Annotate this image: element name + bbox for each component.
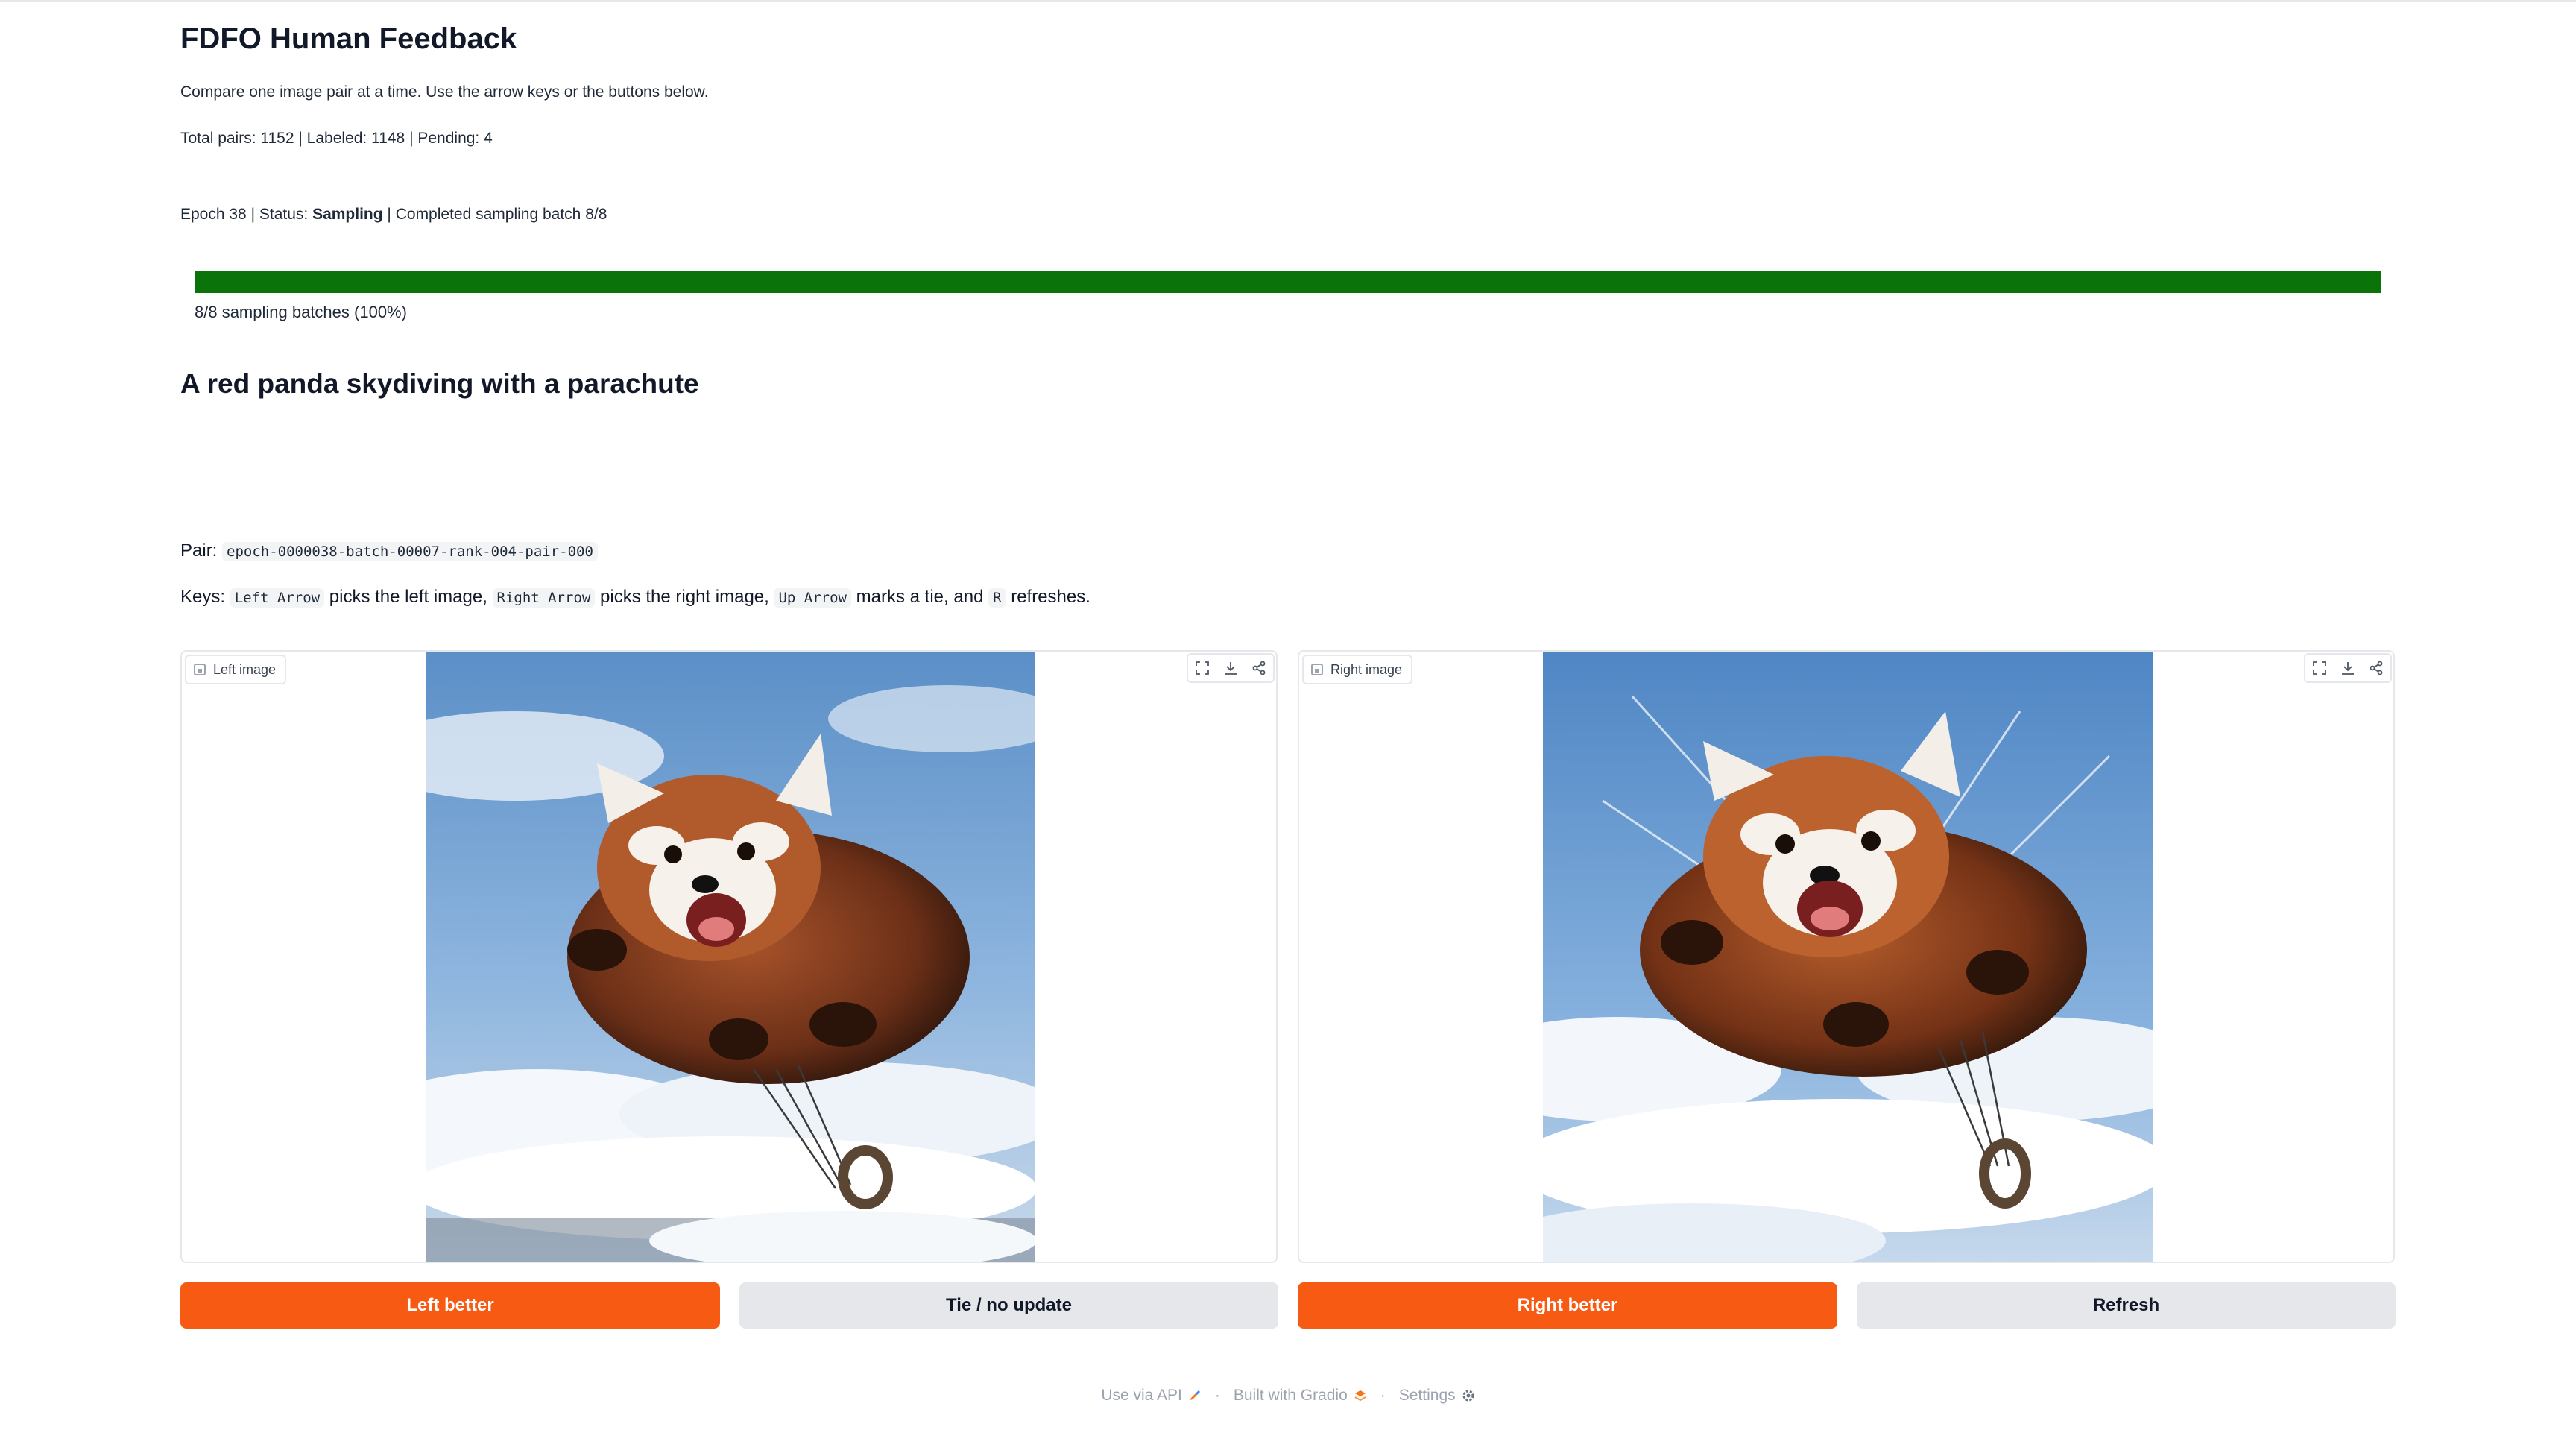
key-r: R (988, 588, 1006, 608)
right-image-toolbar (2304, 653, 2392, 683)
key-up: Up Arrow (774, 588, 851, 608)
use-via-api-link[interactable]: Use via API (1101, 1387, 1202, 1405)
keys-up-text: marks a tie, and (851, 587, 989, 607)
pair-id: epoch-0000038-batch-00007-rank-004-pair-… (222, 542, 598, 561)
gear-icon (1462, 1390, 1474, 1402)
label-counts: Total pairs: 1152 | Labeled: 1148 | Pend… (180, 130, 493, 147)
gradio-logo-icon (1354, 1390, 1366, 1402)
pair-label: Pair: (180, 541, 223, 561)
settings-link[interactable]: Settings (1399, 1387, 1475, 1405)
built-with-gradio-link[interactable]: Built with Gradio (1234, 1387, 1367, 1405)
keys-label: Keys: (180, 587, 230, 607)
page-description: Compare one image pair at a time. Use th… (180, 84, 709, 101)
rocket-icon (1190, 1390, 1200, 1401)
status-suffix: | Completed sampling batch 8/8 (382, 206, 607, 223)
settings-text: Settings (1398, 1387, 1456, 1404)
right-image (1543, 652, 2153, 1262)
progress-fill (195, 271, 2381, 293)
right-image-panel: Right image (1298, 650, 2395, 1263)
page-title: FDFO Human Feedback (180, 22, 517, 55)
key-right: Right Arrow (492, 588, 596, 608)
fullscreen-icon[interactable] (1188, 655, 1216, 681)
progress-bar (195, 271, 2381, 293)
left-image-label-text: Left image (213, 661, 277, 677)
share-icon[interactable] (1245, 655, 1273, 681)
progress-label: 8/8 sampling batches (100%) (195, 303, 407, 321)
keys-help: Keys: Left Arrow picks the left image, R… (180, 587, 1090, 608)
prompt-text: A red panda skydiving with a parachute (180, 368, 699, 399)
key-left: Left Arrow (230, 588, 325, 608)
download-icon[interactable] (1216, 655, 1245, 681)
status-line: Epoch 38 | Status: Sampling | Completed … (180, 206, 607, 224)
right-image-label: Right image (1302, 655, 1413, 684)
built-with-gradio-text: Built with Gradio (1233, 1387, 1348, 1404)
left-image (426, 652, 1035, 1262)
keys-right-text: picks the right image, (595, 587, 774, 607)
use-via-api-text: Use via API (1101, 1387, 1182, 1404)
footer-separator: · (1380, 1387, 1386, 1404)
right-image-label-text: Right image (1330, 661, 1403, 677)
image-icon (1311, 664, 1323, 675)
pair-line: Pair: epoch-0000038-batch-00007-rank-004… (180, 541, 598, 561)
left-image-toolbar (1187, 653, 1275, 683)
keys-left-text: picks the left image, (324, 587, 493, 607)
left-image-label: Left image (185, 655, 287, 684)
fullscreen-icon[interactable] (2305, 655, 2334, 681)
status-state: Sampling (312, 206, 383, 223)
share-icon[interactable] (2362, 655, 2390, 681)
keys-r-text: refreshes. (1006, 587, 1090, 607)
refresh-button[interactable]: Refresh (1857, 1282, 2396, 1329)
image-icon (194, 664, 206, 675)
footer: Use via API · Built with Gradio · Settin… (0, 1387, 2576, 1405)
status-prefix: Epoch 38 | Status: (180, 206, 313, 223)
right-better-button[interactable]: Right better (1298, 1282, 1837, 1329)
tie-button[interactable]: Tie / no update (739, 1282, 1278, 1329)
top-border (0, 0, 2576, 2)
left-better-button[interactable]: Left better (180, 1282, 720, 1329)
download-icon[interactable] (2334, 655, 2362, 681)
left-image-panel: Left image (180, 650, 1278, 1263)
footer-separator: · (1214, 1387, 1220, 1404)
